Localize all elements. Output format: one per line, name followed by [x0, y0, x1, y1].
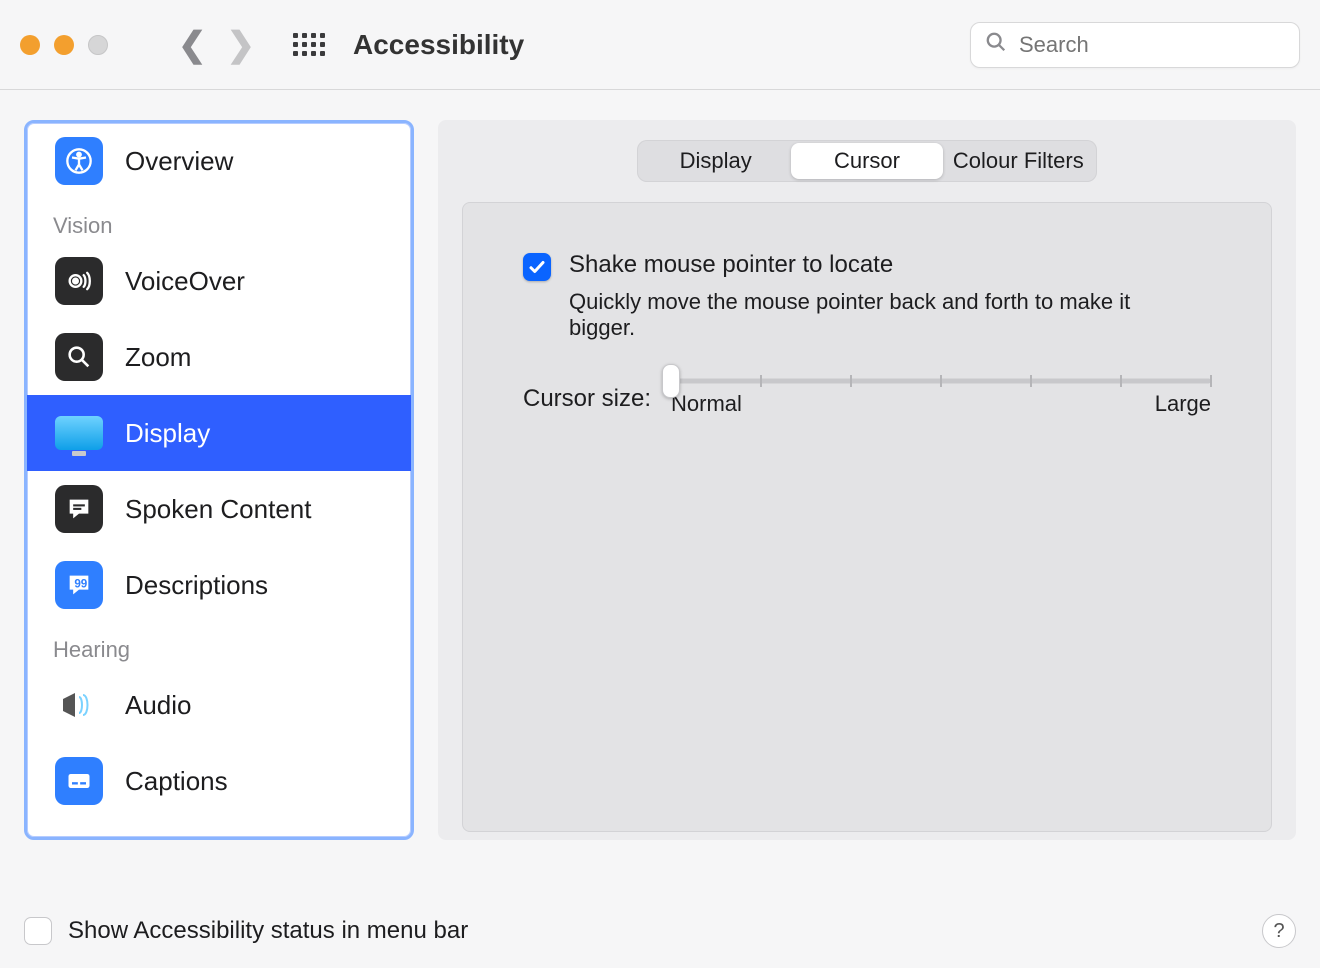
slider-thumb[interactable] — [662, 364, 680, 398]
window-controls — [20, 35, 108, 55]
cursor-panel: Shake mouse pointer to locate Quickly mo… — [462, 202, 1272, 832]
captions-icon — [55, 757, 103, 805]
spoken-content-icon — [55, 485, 103, 533]
help-button[interactable]: ? — [1262, 914, 1296, 948]
minimize-button[interactable] — [54, 35, 74, 55]
sidebar-item-label: Captions — [125, 766, 228, 797]
sidebar-item-label: VoiceOver — [125, 266, 245, 297]
sidebar-item-descriptions[interactable]: 99 Descriptions — [27, 547, 411, 623]
shake-to-locate-row: Shake mouse pointer to locate Quickly mo… — [523, 251, 1211, 341]
shake-to-locate-description: Quickly move the mouse pointer back and … — [569, 289, 1189, 341]
slider-range-labels: Normal Large — [671, 391, 1211, 417]
show-all-icon[interactable] — [293, 33, 325, 56]
tab-bar: Display Cursor Colour Filters — [637, 140, 1097, 182]
sidebar: Overview Vision VoiceOver Zoom Display S — [24, 120, 414, 840]
slider-tick — [940, 375, 942, 387]
slider-tick — [850, 375, 852, 387]
search-input[interactable] — [1017, 31, 1285, 59]
zoom-icon — [55, 333, 103, 381]
window-title: Accessibility — [353, 29, 524, 61]
close-button[interactable] — [20, 35, 40, 55]
slider-tick — [1120, 375, 1122, 387]
sidebar-section-hearing: Hearing — [27, 623, 411, 667]
sidebar-item-overview[interactable]: Overview — [27, 123, 411, 199]
tab-display[interactable]: Display — [640, 143, 791, 179]
sidebar-item-label: Descriptions — [125, 570, 268, 601]
sidebar-item-label: Spoken Content — [125, 494, 311, 525]
svg-text:99: 99 — [74, 577, 87, 590]
slider-tick — [1030, 375, 1032, 387]
cursor-size-label: Cursor size: — [523, 385, 651, 413]
sidebar-item-voiceover[interactable]: VoiceOver — [27, 243, 411, 319]
sidebar-item-label: Audio — [125, 690, 192, 721]
sidebar-item-captions[interactable]: Captions — [27, 743, 411, 819]
footer: Show Accessibility status in menu bar ? — [24, 914, 1296, 948]
sidebar-item-zoom[interactable]: Zoom — [27, 319, 411, 395]
sidebar-section-vision: Vision — [27, 199, 411, 243]
sidebar-item-label: Overview — [125, 146, 233, 177]
voiceover-icon — [55, 257, 103, 305]
slider-max-label: Large — [1155, 391, 1211, 417]
zoom-button[interactable] — [88, 35, 108, 55]
slider-tick — [1210, 375, 1212, 387]
detail-pane: Display Cursor Colour Filters Shake mous… — [438, 120, 1296, 840]
tab-cursor[interactable]: Cursor — [791, 143, 942, 179]
shake-to-locate-checkbox[interactable] — [523, 253, 551, 281]
menubar-status-label: Show Accessibility status in menu bar — [68, 917, 468, 945]
content: Overview Vision VoiceOver Zoom Display S — [0, 90, 1320, 860]
shake-to-locate-label: Shake mouse pointer to locate — [569, 251, 1189, 279]
slider-tick — [760, 375, 762, 387]
back-button[interactable]: ❮ — [168, 25, 217, 65]
slider-min-label: Normal — [671, 391, 742, 417]
shake-to-locate-text: Shake mouse pointer to locate Quickly mo… — [569, 251, 1189, 341]
sidebar-item-display[interactable]: Display — [27, 395, 411, 471]
accessibility-icon — [55, 137, 103, 185]
cursor-size-row: Cursor size: Normal — [523, 381, 1211, 417]
descriptions-icon: 99 — [55, 561, 103, 609]
menubar-status-checkbox[interactable] — [24, 917, 52, 945]
sidebar-item-label: Zoom — [125, 342, 191, 373]
sidebar-item-label: Display — [125, 418, 210, 449]
sidebar-section-motor: Motor — [27, 819, 411, 840]
sidebar-item-audio[interactable]: Audio — [27, 667, 411, 743]
titlebar: ❮ ❯ Accessibility — [0, 0, 1320, 90]
tab-colour-filters[interactable]: Colour Filters — [943, 143, 1094, 179]
search-icon — [985, 31, 1007, 59]
sidebar-item-spoken-content[interactable]: Spoken Content — [27, 471, 411, 547]
search-field[interactable] — [970, 22, 1300, 68]
audio-icon — [55, 681, 103, 729]
forward-button: ❯ — [217, 25, 266, 65]
display-icon — [55, 409, 103, 457]
